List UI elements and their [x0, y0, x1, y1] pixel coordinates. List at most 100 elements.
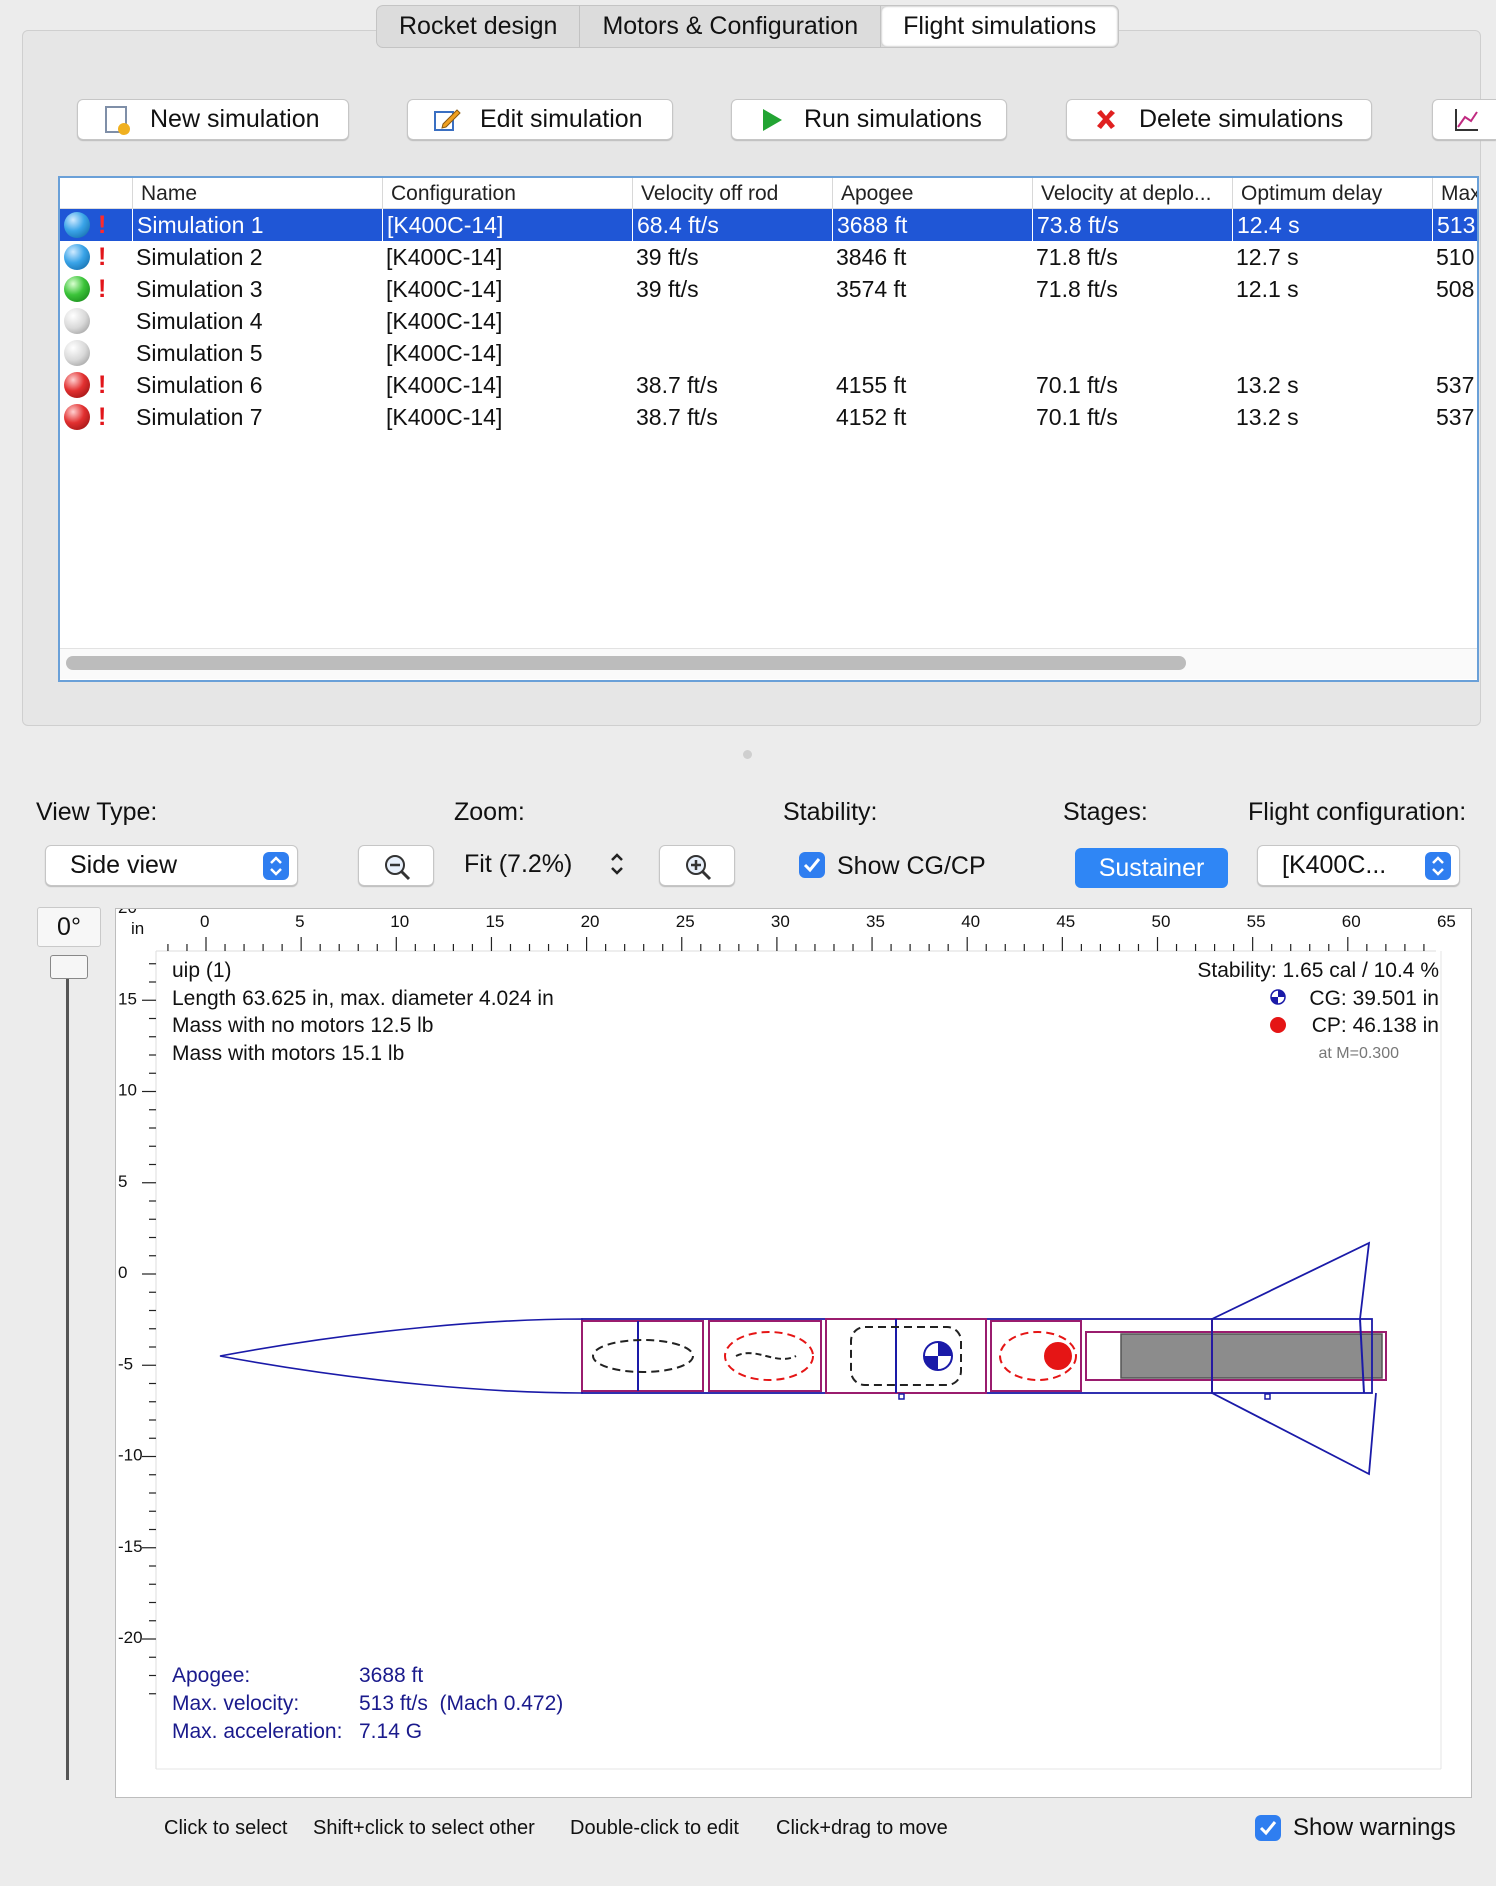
rocket-figure[interactable]: 05101520253035404550556065 20151050-5-10… [115, 908, 1472, 1798]
edit-icon [432, 105, 462, 135]
cell-optimum-delay [1232, 305, 1432, 337]
view-type-select[interactable]: Side view [45, 845, 298, 886]
cell-max: 537 [1436, 372, 1475, 398]
ruler-label: 0 [200, 912, 209, 931]
cell-apogee: 4155 ft [836, 372, 907, 398]
ruler-label: 65 [1437, 912, 1456, 931]
tab-flight-simulations[interactable]: Flight simulations [881, 6, 1119, 47]
rotation-angle-field[interactable]: 0° [37, 907, 101, 947]
table-row[interactable]: ! Simulation 2 [K400C-14] 39 ft/s 3846 ft 71.… [60, 241, 1477, 273]
ruler-label: 5 [118, 1172, 127, 1191]
zoom-in-button[interactable] [659, 845, 735, 886]
cell-configuration: [K400C-14] [386, 308, 503, 334]
show-warnings-checkbox[interactable] [1255, 1815, 1281, 1841]
new-simulation-button[interactable]: New simulation [77, 99, 349, 140]
column-status[interactable] [60, 178, 132, 208]
cell-max: 510 [1436, 244, 1475, 270]
ruler-label: 55 [1247, 912, 1266, 931]
simulations-table[interactable]: Name Configuration Velocity off rod Apog… [58, 176, 1479, 682]
cell-optimum-delay: 13.2 s [1236, 404, 1299, 430]
new-simulation-label: New simulation [150, 105, 320, 133]
column-max[interactable]: Max [1432, 178, 1477, 208]
cell-status [60, 337, 132, 369]
status-gray-icon [64, 340, 90, 366]
chevron-updown-icon [611, 853, 623, 875]
cell-optimum-delay [1232, 337, 1432, 369]
rotation-slider-knob[interactable] [50, 955, 88, 979]
cell-velocity-off-rod: 39 ft/s [636, 244, 699, 270]
table-row[interactable]: ! Simulation 1 [K400C-14] 68.4 ft/s 3688 ft 7… [60, 209, 1477, 241]
table-row[interactable]: ! Simulation 3 [K400C-14] 39 ft/s 3574 ft 71.… [60, 273, 1477, 305]
ruler-label: 40 [961, 912, 980, 931]
table-row[interactable]: ! Simulation 7 [K400C-14] 38.7 ft/s 4152 ft 7… [60, 401, 1477, 433]
cell-status: ! [60, 241, 132, 273]
ruler-label: 30 [771, 912, 790, 931]
mach-note: at M=0.300 [1318, 1045, 1400, 1062]
split-pane-divider[interactable] [0, 746, 1496, 760]
cell-velocity-at-deployment: 70.1 ft/s [1036, 404, 1118, 430]
cell-name: Simulation 3 [136, 276, 263, 302]
ruler-label: 10 [390, 912, 409, 931]
mass-with-motors: Mass with motors 15.1 lb [172, 1042, 405, 1065]
motor [1120, 1333, 1383, 1379]
cell-name: Simulation 4 [136, 308, 263, 334]
tab-rocket-design[interactable]: Rocket design [377, 6, 581, 47]
column-configuration[interactable]: Configuration [382, 178, 632, 208]
ruler-label: 20 [581, 912, 600, 931]
table-row[interactable]: Simulation 4 [K400C-14] [60, 305, 1477, 337]
run-simulations-button[interactable]: Run simulations [731, 99, 1007, 140]
cg-legend-icon [1270, 989, 1286, 1005]
zoom-in-icon [686, 855, 712, 881]
show-cgcp-label: Show CG/CP [837, 852, 986, 880]
divider-grip[interactable] [743, 750, 752, 759]
status-red-icon [64, 372, 90, 398]
column-velocity-off-rod[interactable]: Velocity off rod [632, 178, 832, 208]
max-velocity-value: 513 ft/s (Mach 0.472) [359, 1692, 564, 1715]
ruler-label: -10 [118, 1446, 143, 1465]
edit-simulation-button[interactable]: Edit simulation [407, 99, 673, 140]
cell-apogee: 3574 ft [836, 276, 907, 302]
cell-name: Simulation 7 [136, 404, 263, 430]
plot-export-button[interactable] [1432, 99, 1496, 140]
zoom-out-button[interactable] [358, 845, 434, 886]
view-type-label: View Type: [36, 798, 158, 826]
cell-configuration: [K400C-14] [382, 209, 632, 241]
table-row[interactable]: Simulation 5 [K400C-14] [60, 337, 1477, 369]
checkmark-icon [1259, 1821, 1277, 1836]
ruler-unit: in [131, 919, 145, 938]
show-cgcp-checkbox[interactable] [799, 852, 825, 878]
cp-marker [1044, 1342, 1072, 1370]
cell-velocity-at-deployment [1032, 305, 1232, 337]
select-arrows-icon [263, 852, 289, 880]
column-name[interactable]: Name [132, 178, 382, 208]
column-optimum-delay[interactable]: Optimum delay [1232, 178, 1432, 208]
cell-max [1432, 337, 1477, 369]
warning-icon: ! [98, 211, 107, 239]
play-icon [756, 105, 786, 135]
rocket-name: uip (1) [172, 959, 232, 982]
sustainer-stage-button[interactable]: Sustainer [1075, 848, 1228, 888]
horizontal-scrollbar[interactable] [66, 656, 1186, 670]
cell-apogee [832, 337, 1032, 369]
rotation-slider-track[interactable] [66, 965, 69, 1780]
column-apogee[interactable]: Apogee [832, 178, 1032, 208]
new-document-icon [102, 105, 132, 135]
cell-configuration: [K400C-14] [386, 372, 503, 398]
cell-configuration: [K400C-14] [386, 276, 503, 302]
column-velocity-at-deployment[interactable]: Velocity at deplo... [1032, 178, 1232, 208]
cp-legend-icon [1270, 1017, 1286, 1033]
tab-motors-configuration[interactable]: Motors & Configuration [580, 6, 882, 47]
table-row[interactable]: ! Simulation 6 [K400C-14] 38.7 ft/s 4155 ft 7… [60, 369, 1477, 401]
cell-apogee: 3688 ft [832, 209, 1032, 241]
delete-simulations-button[interactable]: Delete simulations [1066, 99, 1372, 140]
cp-value: CP: 46.138 in [1311, 1014, 1439, 1037]
flight-configuration-label: Flight configuration: [1248, 798, 1467, 826]
cell-status [60, 305, 132, 337]
flight-configuration-select[interactable]: [K400C... [1257, 845, 1460, 886]
cell-velocity-off-rod: 39 ft/s [636, 276, 699, 302]
select-arrows-icon [1425, 852, 1451, 880]
flight-configuration-value: [K400C... [1282, 851, 1387, 879]
zoom-select[interactable]: Fit (7.2%) [460, 845, 631, 886]
cell-velocity-at-deployment [1032, 337, 1232, 369]
cell-velocity-off-rod [632, 337, 832, 369]
